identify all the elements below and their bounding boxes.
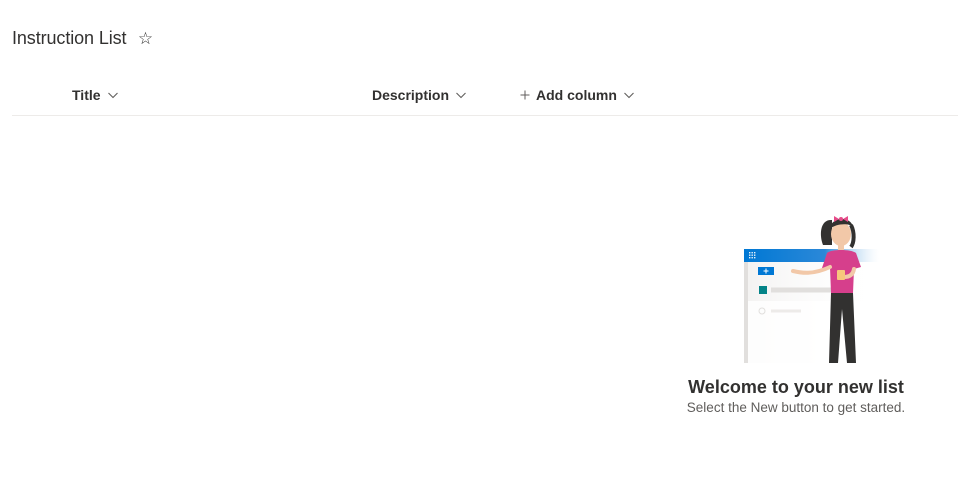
page-title: Instruction List bbox=[12, 27, 127, 48]
plus-icon bbox=[520, 90, 530, 99]
column-header-label: Description bbox=[372, 86, 450, 103]
list-page: Instruction List ☆ Title Description Add… bbox=[0, 0, 958, 494]
empty-list-illustration bbox=[744, 216, 884, 363]
chevron-down-icon bbox=[624, 92, 634, 98]
empty-state-subtext: Select the New button to get started. bbox=[686, 400, 906, 415]
star-icon[interactable]: ☆ bbox=[137, 30, 153, 47]
empty-state-heading: Welcome to your new list bbox=[688, 377, 904, 397]
column-header-row: Title Description Add column bbox=[12, 74, 958, 116]
column-header-description[interactable]: Description bbox=[372, 74, 467, 115]
column-header-title[interactable]: Title bbox=[72, 74, 119, 115]
list-title-row: Instruction List ☆ bbox=[12, 26, 153, 50]
chevron-down-icon bbox=[456, 92, 466, 98]
chevron-down-icon bbox=[107, 92, 118, 98]
add-column-label: Add column bbox=[536, 86, 617, 103]
empty-state: Welcome to your new list Select the New … bbox=[660, 205, 932, 415]
column-header-label: Title bbox=[72, 86, 101, 103]
add-column-button[interactable]: Add column bbox=[520, 74, 635, 115]
